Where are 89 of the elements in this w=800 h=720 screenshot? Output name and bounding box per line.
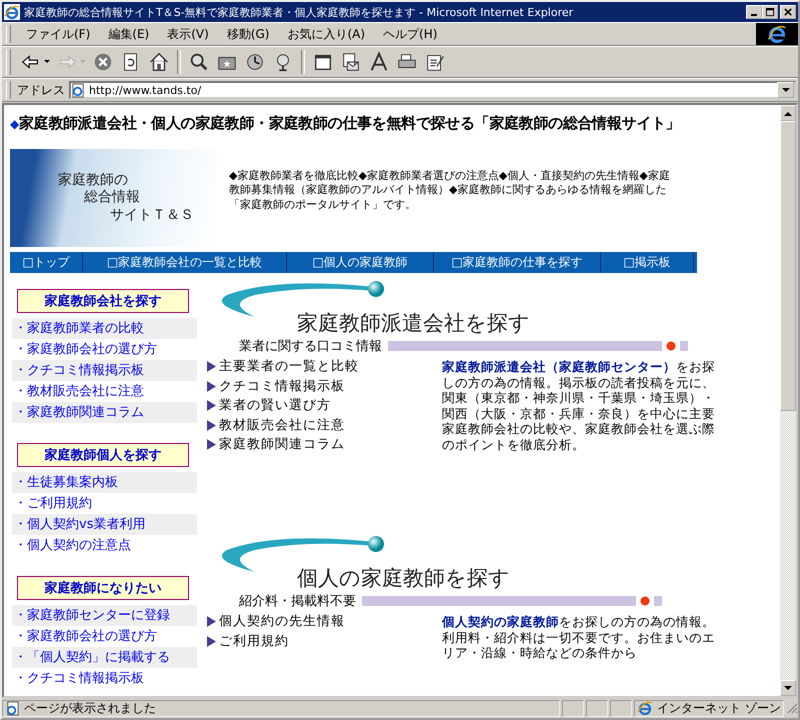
caret-icon <box>784 110 792 116</box>
sidebar-link[interactable]: ・教材販売会社に注意 <box>12 381 197 402</box>
stop-icon <box>92 51 114 73</box>
triangle-icon <box>207 439 216 450</box>
close-button[interactable] <box>780 5 796 19</box>
caret-icon <box>784 686 792 690</box>
nav-link[interactable]: □個人の家庭教師 <box>287 252 434 273</box>
menu-item[interactable]: 移動(G) <box>218 26 278 42</box>
section-link[interactable]: クチコミ情報掲示板 <box>207 376 442 396</box>
diamond-icon: ◆ <box>10 117 19 131</box>
scroll-down-button[interactable] <box>780 680 796 696</box>
logo-banner: 家庭教師の 総合情報 サイトＴ＆Ｓ <box>10 149 217 247</box>
font-icon <box>368 51 390 73</box>
window-title: 家庭教師の総合情報サイトT＆S-無料で家庭教師業者・個人家庭教師を探せます - Microsoft Internet Explorer <box>24 4 574 20</box>
page-heading: 家庭教師派遣会社・個人の家庭教師・家庭教師の仕事を無料で探せる「家庭教師の総合情報サイト」 <box>18 114 680 132</box>
address-label: アドレス <box>17 82 66 98</box>
sidebar-link[interactable]: ・家庭教師センターに登録 <box>12 605 197 626</box>
caret-icon <box>782 88 790 92</box>
caret-icon <box>80 60 86 64</box>
scroll-up-button[interactable] <box>780 105 796 121</box>
section-link[interactable]: 業者の賢い選び方 <box>207 396 442 416</box>
section-description: 個人契約の家庭教師をお探しの方の為の情報。利用料・紹介料は一切不要です。お住まいのエリア・沿線・時給などの条件から <box>442 614 716 660</box>
section-lead-link[interactable]: 個人契約の家庭教師 <box>442 614 559 629</box>
section-title: 個人の家庭教師を探す <box>297 565 511 592</box>
status-pane <box>586 700 608 716</box>
menu-item[interactable]: お気に入り(A) <box>278 26 374 42</box>
triangle-icon <box>207 616 216 628</box>
scroll-track[interactable] <box>780 105 796 696</box>
menu-item[interactable]: ヘルプ(H) <box>374 26 446 42</box>
home-icon <box>148 51 170 73</box>
sidebar-link[interactable]: ・ご利用規約 <box>12 493 197 514</box>
menu-item[interactable]: 編集(E) <box>99 26 158 42</box>
sidebar-link[interactable]: ・生徒募集案内板 <box>12 472 197 493</box>
section-link[interactable]: ご利用規約 <box>207 632 442 651</box>
section-subtitle: 業者に関する口コミ情報 <box>239 338 382 355</box>
sidebar-link[interactable]: ・家庭教師会社の選び方 <box>12 339 197 360</box>
browser-logo-icon <box>756 23 798 45</box>
scroll-thumb[interactable] <box>780 121 796 411</box>
triangle-icon <box>207 400 216 412</box>
menu-item[interactable]: 表示(V) <box>158 26 218 42</box>
section-link[interactable]: 主要業者の一覧と比較 <box>207 357 442 376</box>
sidebar-heading: 家庭教師になりたい <box>17 576 189 600</box>
triangle-icon <box>207 636 216 647</box>
sidebar-link[interactable]: ・クチコミ情報掲示板 <box>12 360 197 381</box>
section-subtitle: 紹介料・掲載料不要 <box>239 593 356 610</box>
triangle-icon <box>207 361 216 372</box>
caret-icon <box>44 60 50 64</box>
menu-item[interactable]: ファイル(F) <box>17 26 100 42</box>
intro-text: ◆家庭教師業者を徹底比較◆家庭教師業者選びの注意点◆個人・直接契約の先生情報◆家庭教師募集情報（家庭教師のアルバイト情報）◆家庭教師に関するあらゆる情報を網羅した「家庭教師のポータルサイト」です。 <box>229 169 671 212</box>
sidebar-link[interactable]: ・家庭教師関連コラム <box>12 402 197 423</box>
address-field[interactable]: http://www.tands.to/ <box>69 81 796 99</box>
triangle-icon <box>207 420 216 431</box>
search-icon <box>188 51 210 73</box>
browser-logo-icon <box>4 4 20 20</box>
sidebar-link[interactable]: ・「個人契約」に掲載する <box>12 647 197 668</box>
globe-icon <box>637 700 653 716</box>
status-pane <box>610 700 632 716</box>
nav-link[interactable]: □トップ <box>10 252 83 273</box>
minimize-button[interactable] <box>746 5 762 19</box>
sidebar-link[interactable]: ・個人契約vs業者利用 <box>12 514 197 535</box>
resize-grip-icon[interactable] <box>786 702 798 714</box>
security-zone: インターネット ゾーン <box>657 700 781 716</box>
maximize-button[interactable] <box>762 5 778 19</box>
sidebar-link[interactable]: ・個人契約の注意点 <box>12 535 197 556</box>
section-description: 家庭教師派遣会社（家庭教師センター）をお探しの方の為の情報。掲示板の読者投稿を元に、関東（東京都・神奈川県・千葉県・埼玉県）・関西（大阪・京都・兵庫・奈良）を中心に主要家庭教師会社の比較や、家庭教師会社を選ぶ際のポイントを徹底分析。 <box>442 359 716 454</box>
clock-icon <box>244 51 266 73</box>
minimize-icon <box>751 14 757 16</box>
section-link[interactable]: 個人契約の先生情報 <box>207 612 442 632</box>
close-icon <box>784 8 792 16</box>
maximize-icon <box>766 8 774 16</box>
nav-link[interactable]: □家庭教師会社の一覧と比較 <box>83 252 287 273</box>
page-icon <box>71 82 86 98</box>
page-icon <box>5 700 20 716</box>
triangle-icon <box>207 380 216 392</box>
sidebar-link[interactable]: ・クチコミ情報掲示板 <box>12 668 197 689</box>
status-text: ページが表示されました <box>24 700 156 716</box>
section-lead-link[interactable]: 家庭教師派遣会社（家庭教師センター） <box>442 359 676 374</box>
section-title: 家庭教師派遣会社を探す <box>297 310 531 337</box>
section-link[interactable]: 教材販売会社に注意 <box>207 416 442 435</box>
sidebar-heading: 家庭教師個人を探す <box>17 443 189 467</box>
mail-icon <box>340 51 362 73</box>
sidebar-heading: 家庭教師会社を探す <box>17 289 189 313</box>
nav-link[interactable]: □家庭教師の仕事を探す <box>434 252 601 273</box>
sidebar-link[interactable]: ・家庭教師業者の比較 <box>12 318 197 339</box>
status-pane <box>562 700 584 716</box>
nav-link[interactable]: □掲示板 <box>601 252 694 273</box>
section-link[interactable]: 家庭教師関連コラム <box>207 435 442 454</box>
dropdown-button[interactable] <box>777 82 794 98</box>
sidebar-link[interactable]: ・家庭教師会社の選び方 <box>12 626 197 647</box>
